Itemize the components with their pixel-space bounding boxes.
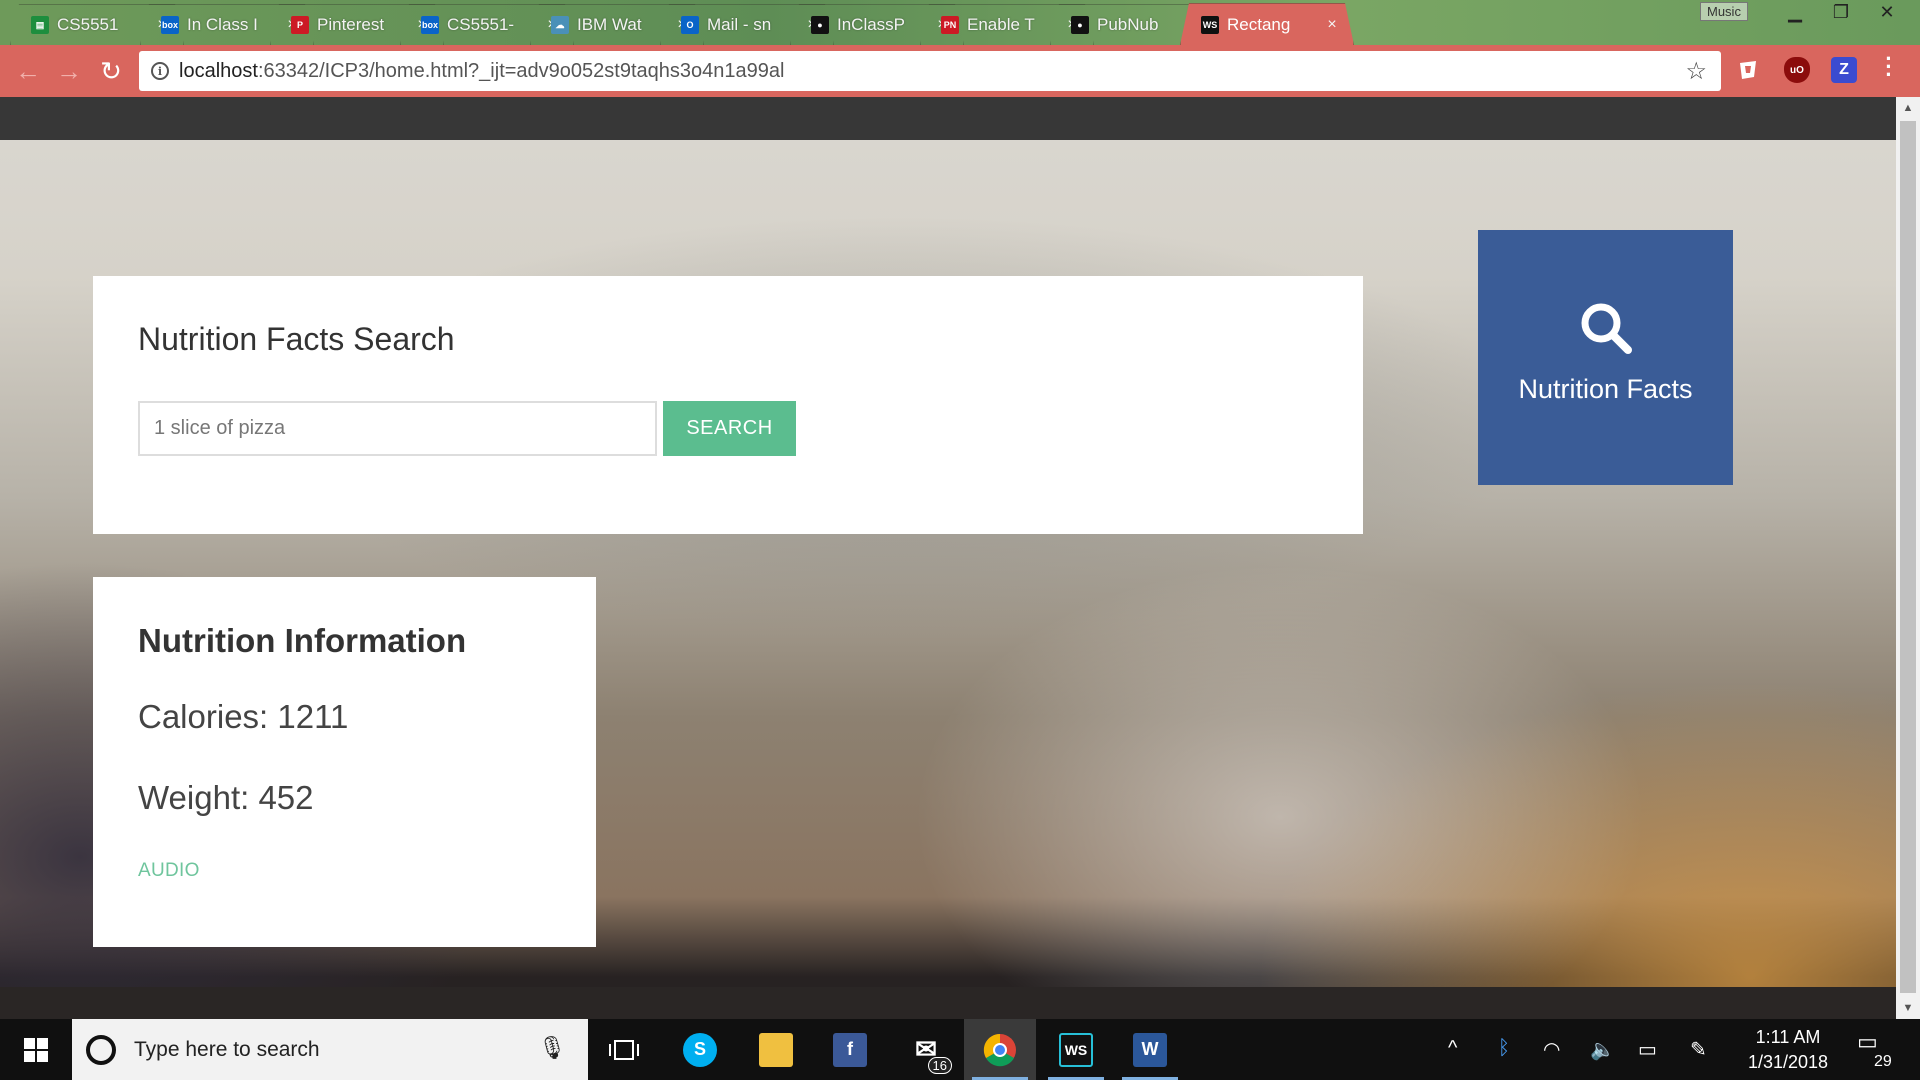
- tab-label: InClassP: [837, 15, 906, 34]
- facebook-icon: f: [833, 1032, 867, 1067]
- taskbar-skype[interactable]: S: [664, 1019, 736, 1080]
- windows-taskbar: Type here to search 🎙 S f ✉ 16 WS W ^ ᛒ ◠…: [0, 1019, 1920, 1080]
- chrome-icon: [983, 1033, 1016, 1066]
- taskbar-file-explorer[interactable]: [740, 1019, 812, 1080]
- folder-icon: [759, 1032, 793, 1067]
- restore-icon[interactable]: ❐: [1818, 0, 1864, 26]
- word-icon: W: [1133, 1032, 1167, 1067]
- page-navbar: [0, 97, 1896, 140]
- food-search-input[interactable]: [138, 401, 657, 456]
- browser-tab[interactable]: WS Rectang ×: [1180, 3, 1354, 45]
- task-view-button[interactable]: [588, 1019, 660, 1080]
- start-button[interactable]: [0, 1019, 72, 1080]
- scroll-up-arrow-icon[interactable]: ▲: [1896, 97, 1920, 119]
- page-footer: [0, 987, 1896, 1019]
- github-icon: ●: [811, 16, 829, 34]
- tab-label: In Class I: [187, 15, 258, 34]
- browser-toolbar: ← → ↻ i localhost:63342/ICP3/home.html?_…: [0, 45, 1920, 97]
- nutrition-info-title: Nutrition Information: [138, 622, 467, 659]
- scroll-thumb[interactable]: [1900, 121, 1916, 993]
- music-label: Music: [1700, 2, 1748, 21]
- search-icon: [1581, 303, 1632, 354]
- clock-time: 1:11 AM: [1755, 1027, 1821, 1047]
- reload-icon[interactable]: ↻: [95, 55, 127, 87]
- taskbar-word[interactable]: W: [1114, 1019, 1186, 1080]
- tab-label: Rectang: [1227, 14, 1291, 34]
- chrome-menu-icon[interactable]: · · ·: [1884, 48, 1894, 86]
- site-info-icon[interactable]: i: [151, 62, 169, 80]
- search-row: SEARCH: [138, 401, 796, 456]
- nutrition-info-card: Nutrition Information Calories: 1211 Wei…: [93, 577, 596, 947]
- close-window-icon[interactable]: ✕: [1864, 0, 1910, 26]
- address-bar[interactable]: i localhost:63342/ICP3/home.html?_ijt=ad…: [139, 51, 1721, 91]
- mail-badge: 16: [927, 1057, 952, 1074]
- tab-label: Enable T: [967, 15, 1035, 34]
- task-view-icon: [609, 1039, 639, 1060]
- clock-date: 1/31/2018: [1747, 1052, 1829, 1072]
- weight-text: Weight: 452: [138, 779, 314, 816]
- notification-count: 29: [1872, 1053, 1894, 1071]
- forward-icon[interactable]: →: [53, 55, 85, 87]
- pen-icon[interactable]: ✎: [1690, 1037, 1707, 1062]
- tab-label: Mail - sn: [707, 15, 772, 34]
- battery-icon[interactable]: ▭: [1638, 1037, 1657, 1062]
- pinterest-icon: P: [291, 16, 309, 34]
- microphone-icon[interactable]: 🎙: [538, 1035, 566, 1061]
- bookmark-star-icon[interactable]: ☆: [1685, 57, 1707, 86]
- nutrition-facts-tile[interactable]: Nutrition Facts: [1478, 230, 1733, 485]
- taskbar-clock[interactable]: 1:11 AM 1/31/2018: [1733, 1025, 1843, 1075]
- tab-label: PubNub: [1097, 15, 1159, 34]
- search-card: Nutrition Facts Search SEARCH: [93, 276, 1363, 534]
- webstorm-icon: WS: [1059, 1032, 1093, 1067]
- taskbar-search-box[interactable]: Type here to search 🎙: [72, 1019, 588, 1080]
- tab-label: CS5551-: [447, 15, 515, 34]
- pubnub-icon: PN: [941, 16, 959, 34]
- extension-icon[interactable]: [1735, 57, 1761, 83]
- zotero-icon[interactable]: Z: [1831, 57, 1857, 83]
- volume-icon[interactable]: 🔈: [1590, 1037, 1615, 1062]
- outlook-icon: O: [681, 16, 699, 34]
- github-icon: ●: [1071, 16, 1089, 34]
- taskbar-facebook[interactable]: f: [814, 1019, 886, 1080]
- box-icon: box: [421, 16, 439, 34]
- tab-label: Pinterest: [317, 15, 385, 34]
- ublock-origin-icon[interactable]: uO: [1784, 57, 1810, 83]
- browser-tab-strip: ▤CS5551×boxIn Class I×PPinterest×boxCS55…: [0, 0, 1920, 45]
- tile-label: Nutrition Facts: [1518, 374, 1693, 404]
- show-hidden-icons-icon[interactable]: ^: [1448, 1037, 1457, 1060]
- wifi-icon[interactable]: ◠: [1543, 1037, 1560, 1062]
- back-icon[interactable]: ←: [12, 55, 44, 87]
- taskbar-mail[interactable]: ✉ 16: [890, 1019, 962, 1080]
- page-scrollbar[interactable]: ▲ ▼: [1896, 97, 1920, 1019]
- taskbar-search-placeholder: Type here to search: [134, 1037, 320, 1061]
- search-button[interactable]: SEARCH: [663, 401, 796, 456]
- action-center-icon[interactable]: ▭: [1857, 1029, 1878, 1055]
- url-text[interactable]: localhost:63342/ICP3/home.html?_ijt=adv9…: [179, 60, 784, 83]
- scroll-down-arrow-icon[interactable]: ▼: [1896, 997, 1920, 1019]
- page-viewport: Nutrition Facts Search SEARCH Nutrition …: [0, 97, 1896, 1019]
- windows-logo-icon: [24, 1037, 48, 1062]
- ibm-cloud-icon: ☁: [551, 16, 569, 34]
- tab-label: IBM Wat: [577, 15, 642, 34]
- cortana-icon: [86, 1034, 116, 1065]
- webstorm-icon: WS: [1201, 16, 1219, 34]
- taskbar-chrome[interactable]: [964, 1019, 1036, 1080]
- bluetooth-icon[interactable]: ᛒ: [1498, 1037, 1510, 1060]
- minimize-icon[interactable]: ▁: [1772, 0, 1818, 26]
- audio-link[interactable]: AUDIO: [138, 860, 200, 881]
- calories-text: Calories: 1211: [138, 698, 349, 735]
- tab-label: CS5551: [57, 15, 119, 34]
- skype-icon: S: [683, 1032, 717, 1067]
- box-icon: box: [161, 16, 179, 34]
- taskbar-webstorm[interactable]: WS: [1040, 1019, 1112, 1080]
- sheets-icon: ▤: [31, 16, 49, 34]
- tab-close-icon[interactable]: ×: [1325, 16, 1339, 34]
- search-card-title: Nutrition Facts Search: [138, 321, 455, 357]
